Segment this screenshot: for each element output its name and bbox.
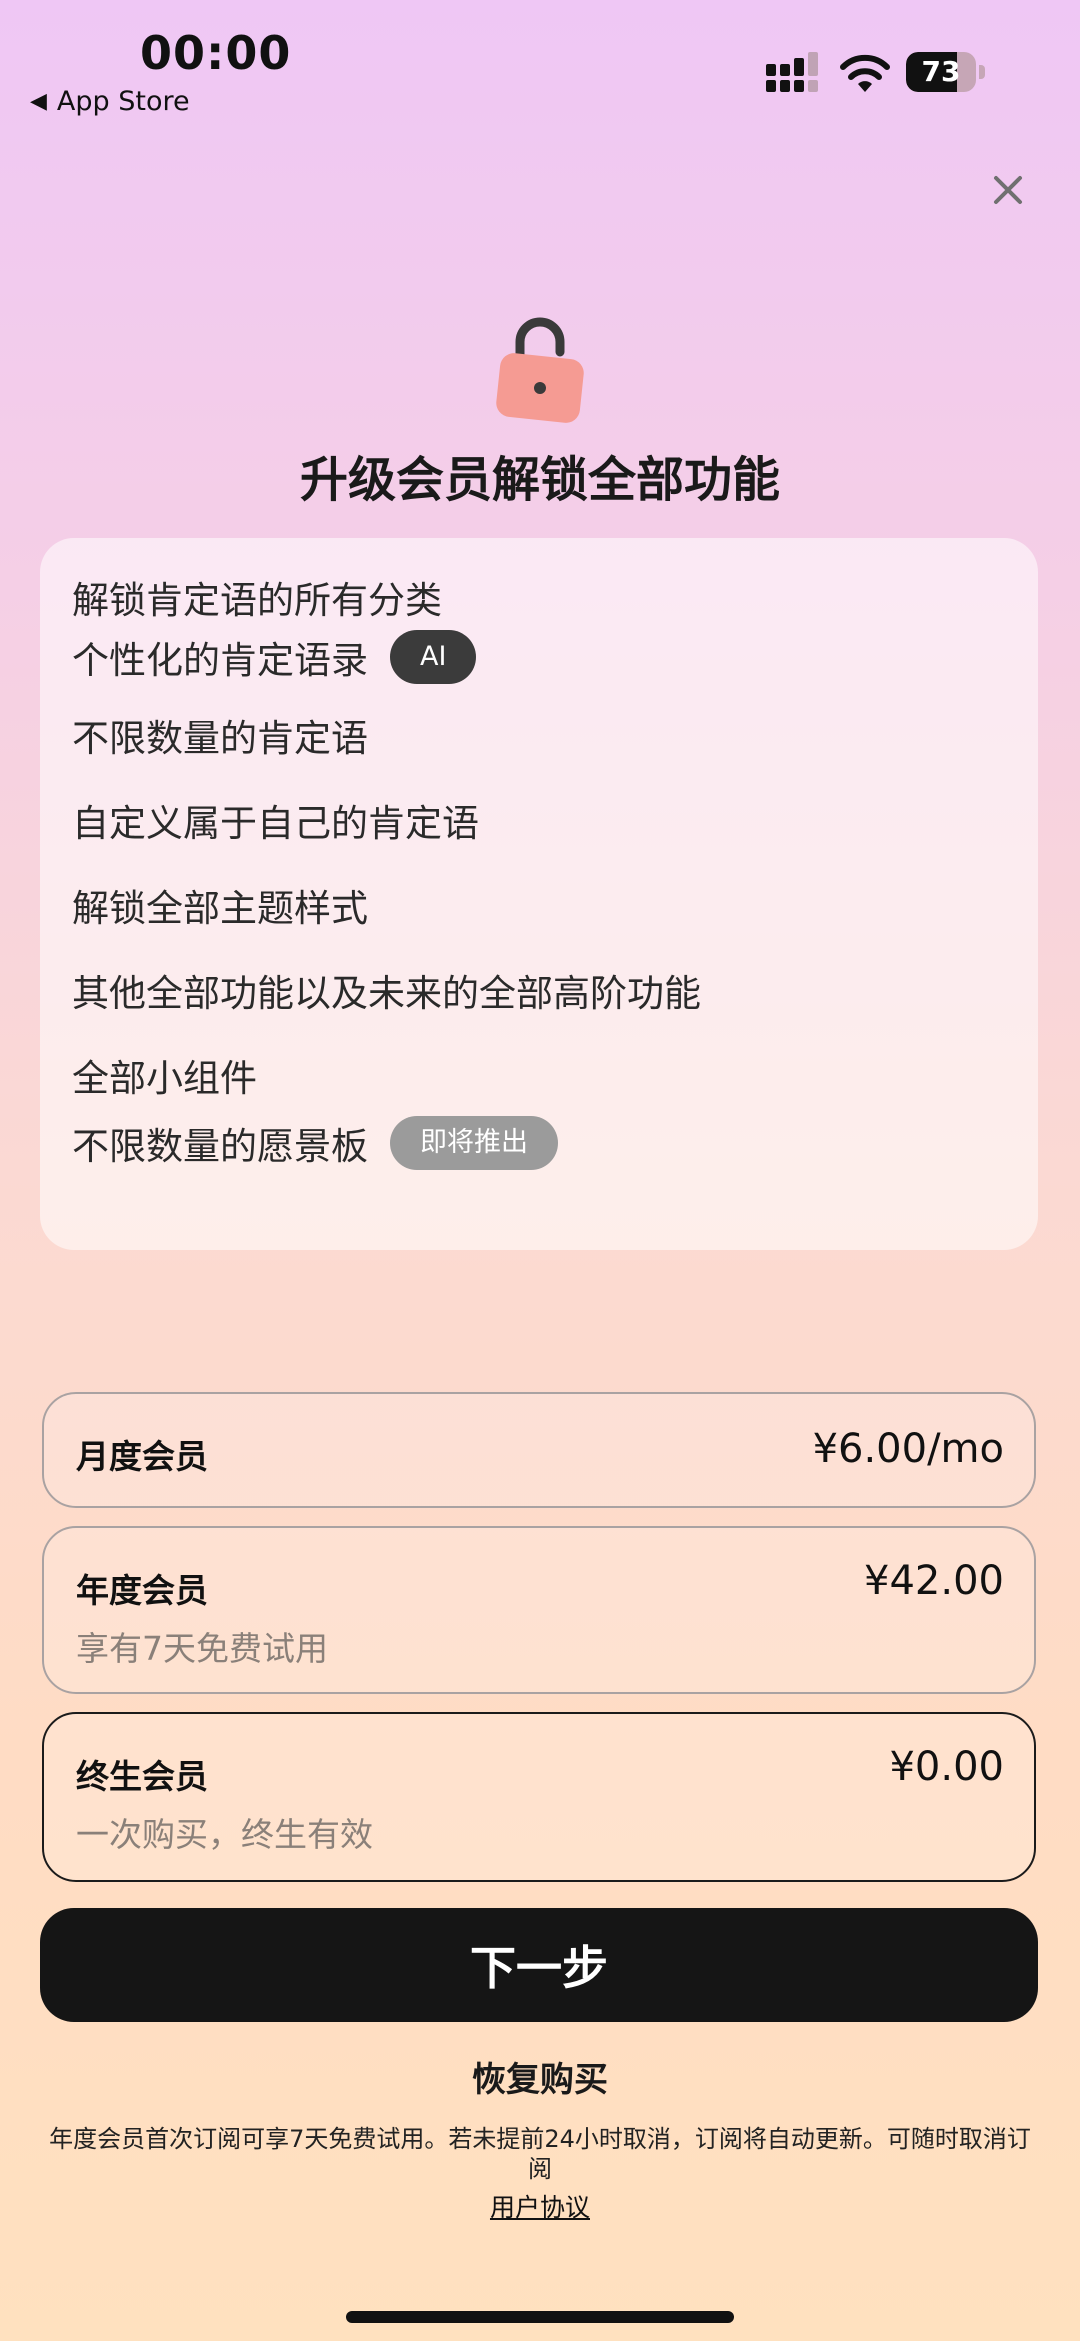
plan-subtitle: 享有7天免费试用: [76, 1629, 328, 1668]
back-to-app-store[interactable]: ◀ App Store: [30, 86, 190, 117]
cellular-signal-icon: [766, 52, 818, 92]
plan-name: 月度会员: [76, 1437, 208, 1476]
plan-price: ¥42.00: [864, 1558, 1004, 1604]
plan-name: 终生会员: [76, 1757, 208, 1796]
plan-monthly[interactable]: 月度会员 ¥6.00/mo: [42, 1392, 1036, 1508]
back-label: App Store: [56, 86, 190, 117]
plan-lifetime[interactable]: 终生会员 一次购买，终生有效 ¥0.00: [42, 1712, 1036, 1882]
plan-price: ¥6.00/mo: [812, 1426, 1004, 1472]
battery-level: 73: [921, 55, 961, 88]
feature-item: 解锁全部主题样式: [72, 887, 368, 930]
close-icon[interactable]: [986, 168, 1030, 212]
status-time: 00:00: [140, 26, 292, 80]
lock-icon: [496, 317, 584, 423]
user-agreement-link[interactable]: 用户协议: [0, 2188, 1080, 2224]
feature-item: 自定义属于自己的肯定语: [72, 802, 479, 845]
feature-item: 个性化的肯定语录 AI: [72, 630, 477, 684]
feature-list: 解锁肯定语的所有分类 个性化的肯定语录 AI 不限数量的肯定语 自定义属于自己的肯…: [40, 538, 1038, 1250]
plan-subtitle: 一次购买，终生有效: [76, 1815, 373, 1854]
home-indicator: [346, 2311, 734, 2323]
feature-item: 不限数量的愿景板 即将推出: [72, 1116, 558, 1170]
battery-icon: 73: [906, 52, 986, 92]
restore-purchase-link[interactable]: 恢复购买: [0, 2052, 1080, 2101]
coming-soon-badge: 即将推出: [390, 1116, 558, 1170]
page-title: 升级会员解锁全部功能: [299, 452, 780, 508]
subscription-terms: 年度会员首次订阅可享7天免费试用。若未提前24小时取消，订阅将自动更新。可随时取…: [49, 2125, 1031, 2183]
plan-yearly[interactable]: 年度会员 享有7天免费试用 ¥42.00: [42, 1526, 1036, 1694]
feature-item: 解锁肯定语的所有分类: [72, 579, 442, 622]
feature-item: 不限数量的肯定语: [72, 717, 368, 760]
wifi-icon: [840, 54, 890, 92]
back-arrow-icon: ◀: [30, 89, 47, 114]
plan-name: 年度会员: [76, 1571, 208, 1610]
plan-price: ¥0.00: [889, 1744, 1004, 1790]
feature-item: 其他全部功能以及未来的全部高阶功能: [72, 972, 701, 1015]
next-button[interactable]: 下一步: [40, 1908, 1038, 2022]
ai-badge: AI: [390, 630, 477, 684]
feature-item: 全部小组件: [72, 1057, 257, 1100]
